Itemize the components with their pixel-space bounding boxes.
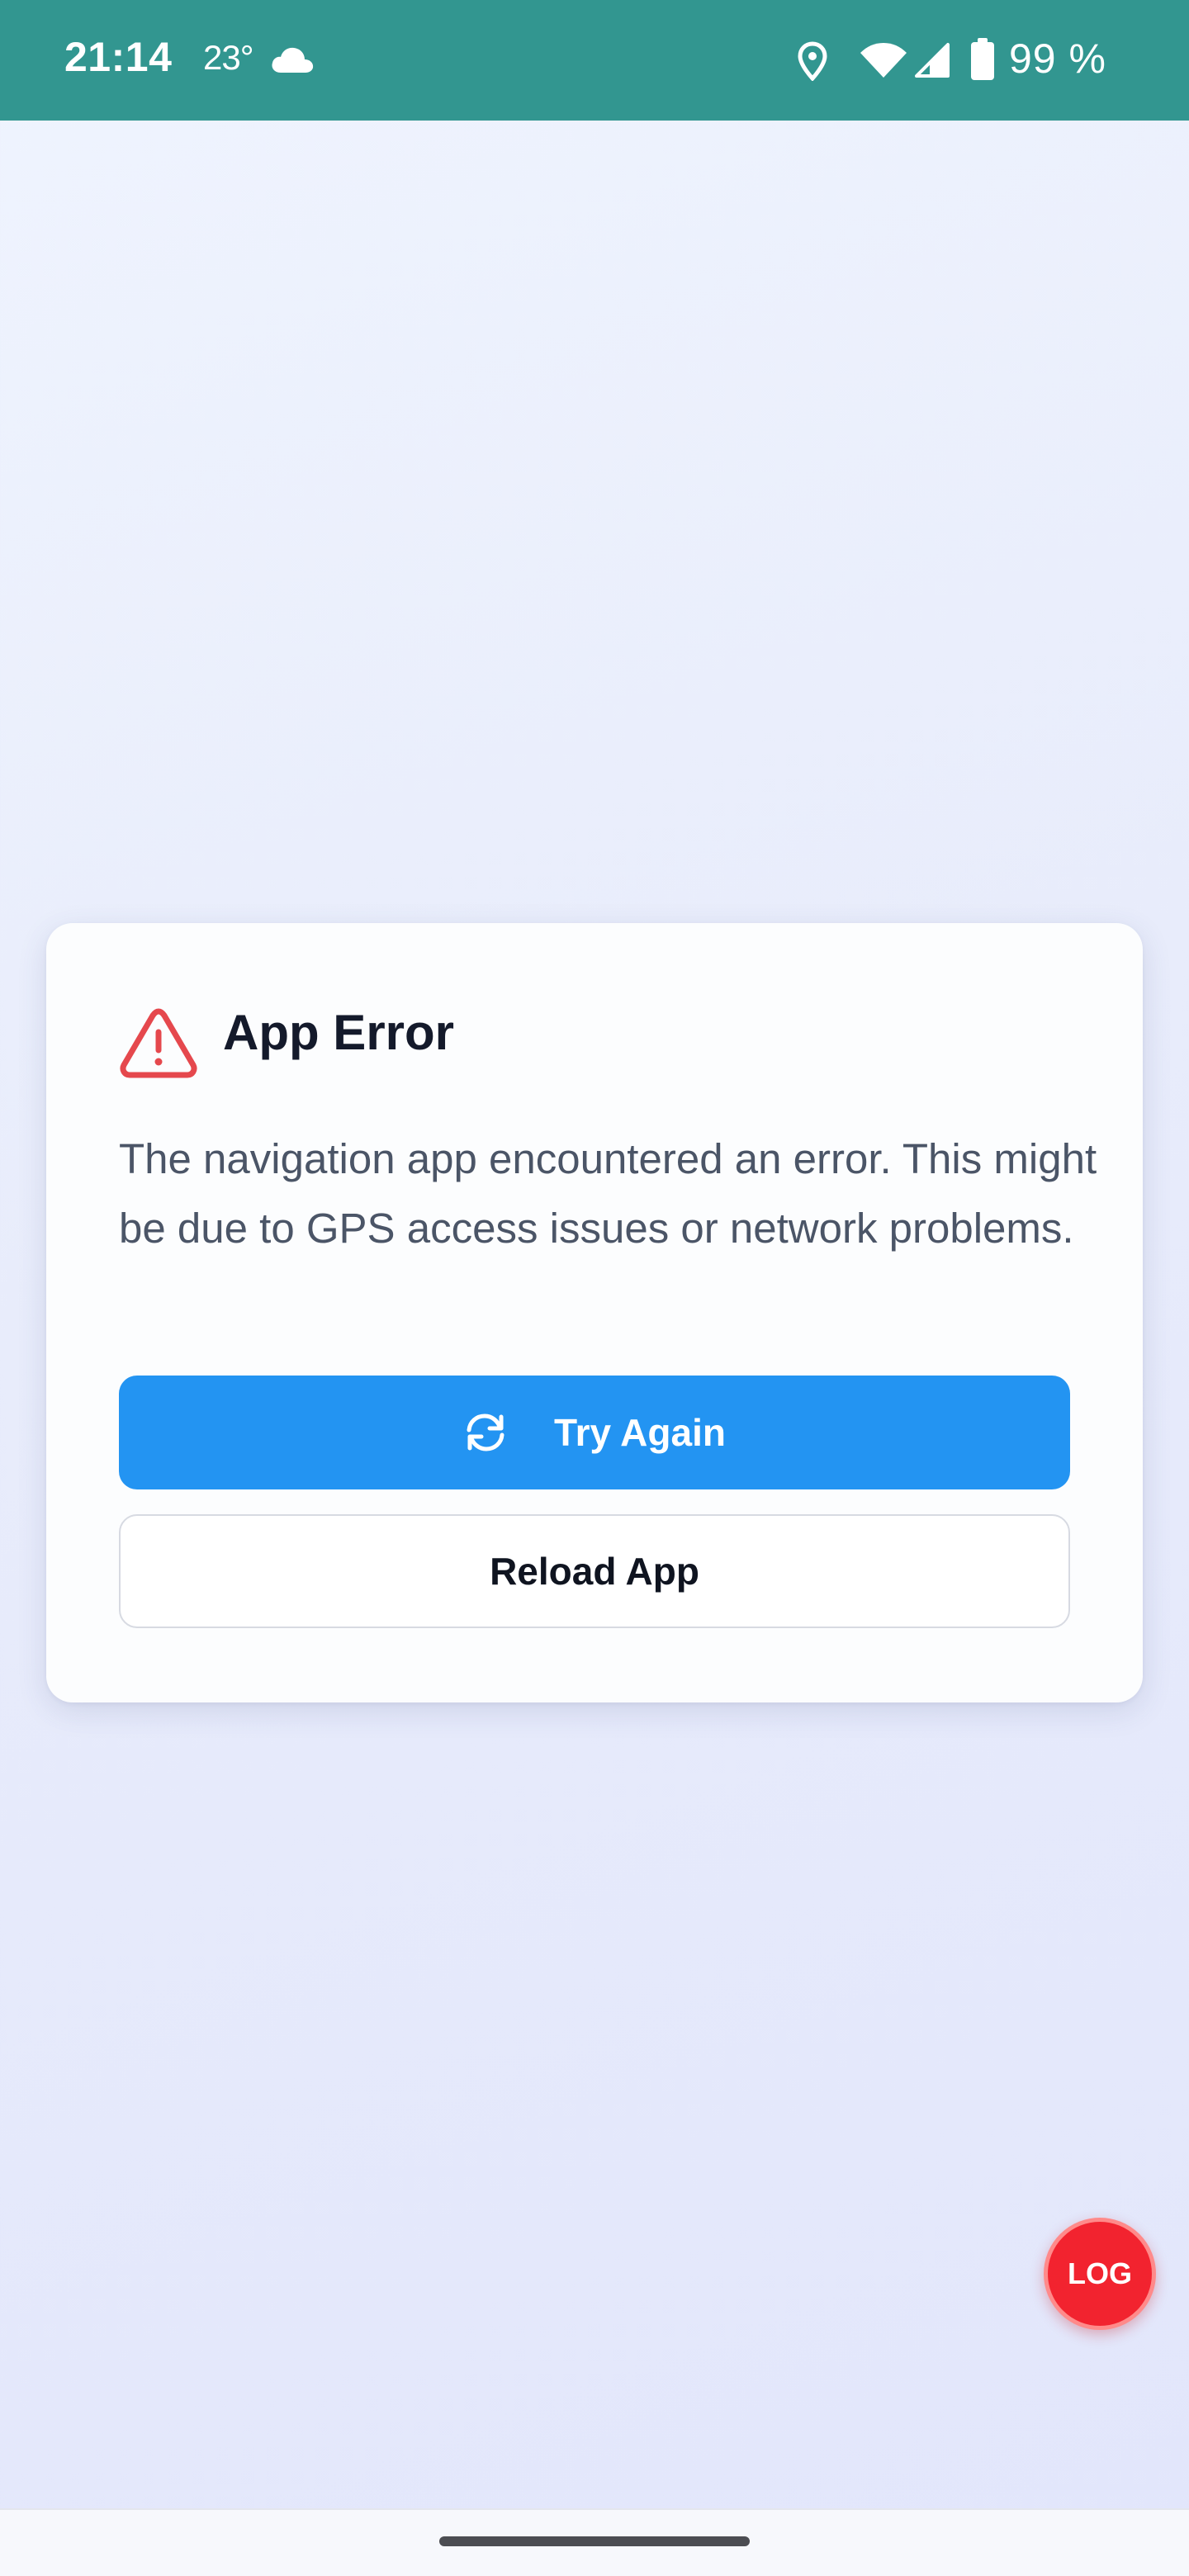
status-time: 21:14 bbox=[64, 34, 173, 80]
location-icon bbox=[798, 41, 827, 81]
cloud-icon bbox=[272, 47, 314, 73]
error-card: App Error The navigation app encountered… bbox=[46, 923, 1143, 1702]
error-message: The navigation app encountered an error.… bbox=[119, 1135, 1097, 1252]
status-temperature: 23° bbox=[203, 38, 254, 77]
battery-percentage: 99 % bbox=[1009, 36, 1106, 82]
warning-triangle-icon bbox=[120, 1008, 197, 1078]
reload-app-button[interactable]: Reload App bbox=[119, 1514, 1070, 1628]
error-title: App Error bbox=[223, 1005, 455, 1060]
reload-app-label: Reload App bbox=[490, 1550, 699, 1593]
try-again-button[interactable]: Try Again bbox=[119, 1376, 1070, 1489]
status-bar: 21:14 23° 99 % bbox=[0, 0, 1189, 121]
refresh-icon bbox=[467, 1413, 504, 1451]
home-gesture-handle[interactable] bbox=[439, 2536, 750, 2546]
log-button[interactable]: LOG bbox=[1044, 2218, 1156, 2330]
battery-icon bbox=[971, 38, 994, 80]
cellular-signal-icon bbox=[915, 43, 950, 78]
navigation-bar bbox=[0, 2508, 1189, 2576]
wifi-icon bbox=[860, 43, 907, 78]
try-again-label: Try Again bbox=[554, 1411, 726, 1454]
